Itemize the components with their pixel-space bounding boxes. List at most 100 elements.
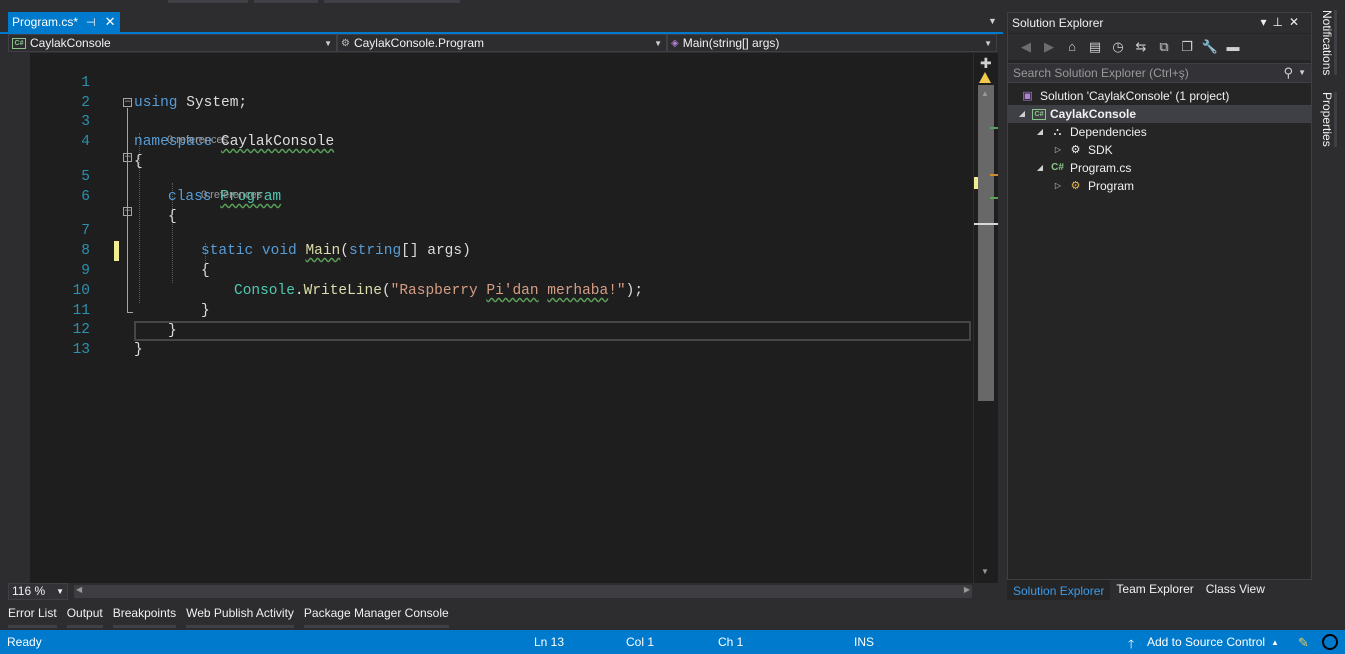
caret-position-mark: [974, 223, 998, 225]
home-icon[interactable]: ⌂: [1062, 38, 1082, 56]
csharp-project-icon: C#: [12, 37, 26, 49]
pin-icon[interactable]: ⊣: [86, 16, 96, 29]
tab-strip-edge: [168, 0, 248, 3]
tree-item-program-cs[interactable]: ◢ C# Program.cs: [1008, 159, 1311, 177]
close-icon[interactable]: ✕: [1289, 15, 1305, 29]
code-line: 3 namespace CaylakConsole: [8, 92, 973, 150]
code-line: 13: [8, 320, 973, 358]
code-line: 8 {: [8, 221, 973, 279]
horizontal-scrollbar[interactable]: ◀ ▶: [74, 585, 972, 598]
tree-item-dependencies[interactable]: ◢ ⛬ Dependencies: [1008, 123, 1311, 141]
tree-item-sdk[interactable]: ▷ ⚙ SDK: [1008, 141, 1311, 159]
back-icon[interactable]: ◀: [1016, 38, 1036, 56]
tab-notifications[interactable]: Notifications: [1320, 10, 1337, 76]
vertical-scrollbar[interactable]: ✚ ▲ ▼: [974, 53, 998, 583]
document-tab-strip: Program.cs* ⊣ ✕ ▼: [0, 0, 1005, 34]
solution-icon: ▣: [1022, 90, 1033, 102]
tab-web-publish-activity[interactable]: Web Publish Activity: [181, 602, 299, 630]
tab-program-cs[interactable]: Program.cs* ⊣ ✕: [8, 12, 120, 32]
code-line: 1 using System;: [8, 53, 973, 111]
tab-team-explorer[interactable]: Team Explorer: [1110, 580, 1199, 600]
status-column: Col 1: [626, 635, 655, 649]
project-dropdown[interactable]: C# CaylakConsole ▼: [8, 34, 337, 52]
status-bar: Ready Ln 13 Col 1 Ch 1 INS 🡑 Add to Sour…: [0, 630, 1345, 654]
code-text: }: [134, 342, 143, 358]
tab-breakpoints[interactable]: Breakpoints: [108, 602, 181, 630]
status-text: Ready: [7, 635, 42, 649]
solution-explorer: Solution Explorer ▾⊥✕ ◀ ▶ ⌂ ▤ ◷ ⇆ ⧉ ❐ 🔧 …: [1007, 12, 1312, 580]
chevron-down-icon[interactable]: ▼: [1298, 68, 1306, 77]
scroll-right-icon[interactable]: ▶: [964, 585, 970, 594]
scroll-down-icon[interactable]: ▼: [981, 567, 989, 576]
tab-package-manager-console[interactable]: Package Manager Console: [299, 602, 454, 630]
type-dropdown-value: CaylakConsole.Program: [353, 36, 485, 50]
collapsed-arrow-icon[interactable]: ▷: [1052, 177, 1064, 195]
search-placeholder: Search Solution Explorer (Ctrl+ş): [1013, 66, 1189, 80]
scroll-left-icon[interactable]: ◀: [76, 585, 82, 594]
navigation-bar: C# CaylakConsole ▼ ⚙ CaylakConsole.Progr…: [8, 34, 1003, 52]
expanded-arrow-icon[interactable]: ◢: [1016, 105, 1028, 123]
tree-item-label: CaylakConsole: [1050, 107, 1137, 121]
codelens-references[interactable]: 0 references: [201, 189, 262, 201]
solution-explorer-search-input[interactable]: Search Solution Explorer (Ctrl+ş) ⚲ ▼: [1008, 63, 1311, 83]
class-icon: ⚙: [1070, 180, 1081, 192]
tab-error-list[interactable]: Error List: [3, 602, 62, 630]
forward-icon[interactable]: ▶: [1039, 38, 1059, 56]
zoom-dropdown[interactable]: 116 % ▼: [8, 583, 68, 600]
tree-item-project[interactable]: ◢ C# CaylakConsole: [1008, 105, 1311, 123]
chevron-down-icon: ▼: [654, 39, 662, 48]
code-line: 11 }: [8, 281, 973, 339]
status-insert-mode: INS: [854, 635, 875, 649]
search-icon[interactable]: ⚲: [1283, 65, 1293, 81]
member-dropdown[interactable]: ◈ Main(string[] args) ▼: [667, 34, 997, 52]
close-icon[interactable]: ✕: [105, 14, 116, 30]
tree-item-program-class[interactable]: ▷ ⚙ Program: [1008, 177, 1311, 195]
expanded-arrow-icon[interactable]: ◢: [1034, 159, 1046, 177]
add-to-source-control-button[interactable]: Add to Source Control: [1147, 635, 1265, 649]
preview-icon[interactable]: ▬: [1223, 38, 1243, 56]
error-map-mark: [990, 174, 998, 176]
tab-solution-explorer[interactable]: Solution Explorer: [1007, 580, 1111, 600]
pending-changes-filter-icon[interactable]: ◷: [1108, 38, 1128, 56]
feedback-pencil-icon[interactable]: ✎: [1298, 635, 1309, 651]
chevron-down-icon[interactable]: ▾: [1260, 15, 1272, 29]
switch-views-icon[interactable]: ▤: [1085, 38, 1105, 56]
tab-output[interactable]: Output: [62, 602, 108, 630]
tree-item-label: SDK: [1088, 143, 1113, 157]
collapse-all-icon[interactable]: ⧉: [1154, 38, 1174, 56]
expanded-arrow-icon[interactable]: ◢: [1034, 123, 1046, 141]
scroll-up-icon[interactable]: ▲: [981, 89, 989, 98]
code-line: 12 }: [8, 300, 973, 358]
tab-strip-edge: [324, 0, 460, 3]
tool-window-tabs: Error List Output Breakpoints Web Publis…: [0, 602, 1005, 630]
chevron-up-icon[interactable]: ▲: [1271, 638, 1279, 647]
tab-title: Program.cs*: [12, 15, 79, 29]
change-map-mark: [974, 177, 978, 189]
type-dropdown[interactable]: ⚙ CaylakConsole.Program ▼: [337, 34, 667, 52]
warning-map-mark: [990, 127, 998, 129]
method-icon: ◈: [671, 37, 679, 49]
csharp-file-icon: C#: [1051, 162, 1064, 173]
scrollbar-thumb[interactable]: [978, 85, 994, 401]
codelens-references[interactable]: 0 references: [167, 134, 228, 146]
status-line: Ln 13: [534, 635, 565, 649]
side-tab-strip: Notifications Properties: [1314, 0, 1345, 630]
code-editor[interactable]: − − − 1 using System; 2 3 namespace Cayl…: [8, 53, 973, 583]
tree-item-solution[interactable]: ▣ Solution 'CaylakConsole' (1 project): [1008, 87, 1311, 105]
warning-icon[interactable]: [979, 72, 991, 83]
tab-overflow-dropdown-icon[interactable]: ▼: [988, 16, 997, 26]
show-all-files-icon[interactable]: ❐: [1177, 38, 1197, 56]
properties-wrench-icon[interactable]: 🔧: [1200, 38, 1220, 56]
collapsed-arrow-icon[interactable]: ▷: [1052, 141, 1064, 159]
tree-item-label: Dependencies: [1070, 125, 1147, 139]
sync-icon[interactable]: ⇆: [1131, 38, 1151, 56]
solution-explorer-toolbar: ◀ ▶ ⌂ ▤ ◷ ⇆ ⧉ ❐ 🔧 ▬: [1008, 34, 1311, 60]
tab-properties[interactable]: Properties: [1320, 92, 1337, 147]
tab-class-view[interactable]: Class View: [1200, 580, 1271, 600]
split-window-icon[interactable]: ✚: [980, 55, 992, 72]
status-char: Ch 1: [718, 635, 744, 649]
notifications-icon[interactable]: [1322, 634, 1338, 650]
arrow-up-icon[interactable]: 🡑: [1128, 635, 1134, 654]
editor-footer: 116 % ▼ ◀ ▶: [8, 583, 973, 600]
pin-icon[interactable]: ⊥: [1272, 15, 1288, 29]
